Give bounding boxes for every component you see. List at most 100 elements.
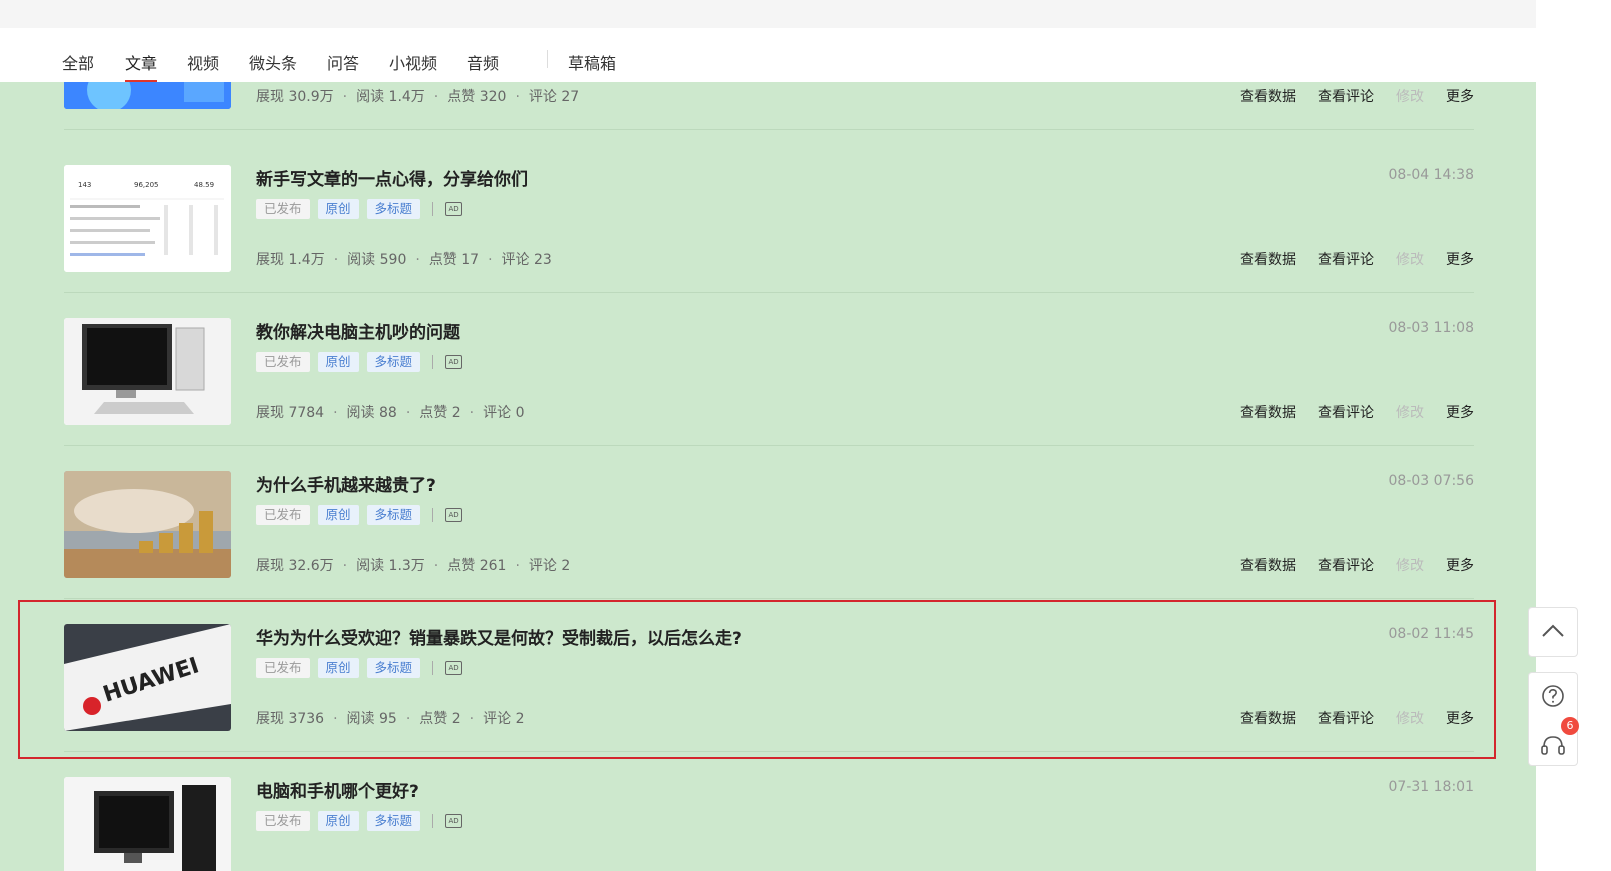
original-badge: 原创 bbox=[317, 811, 359, 831]
original-badge: 原创 bbox=[317, 199, 359, 219]
thumb-stat: 143 bbox=[78, 181, 91, 189]
article-thumbnail[interactable] bbox=[64, 82, 231, 109]
multi-title-badge: 多标题 bbox=[366, 658, 421, 678]
original-badge: 原创 bbox=[317, 505, 359, 525]
article-row: 电脑和手机哪个更好? 已发布 原创 多标题 AD 07-31 18:01 bbox=[64, 747, 1474, 871]
more-button[interactable]: 更多 bbox=[1446, 252, 1474, 268]
chevron-up-icon bbox=[1542, 624, 1564, 637]
view-comments-button[interactable]: 查看评论 bbox=[1318, 252, 1374, 268]
view-data-button[interactable]: 查看数据 bbox=[1240, 252, 1296, 268]
tag-divider bbox=[432, 202, 434, 216]
publish-date: 08-03 07:56 bbox=[1388, 473, 1474, 489]
article-thumbnail[interactable]: HUAWEI bbox=[64, 624, 231, 731]
view-comments-button[interactable]: 查看评论 bbox=[1318, 558, 1374, 574]
article-thumbnail[interactable] bbox=[64, 471, 231, 578]
view-data-button[interactable]: 查看数据 bbox=[1240, 405, 1296, 421]
tag-divider bbox=[432, 814, 434, 828]
view-data-button[interactable]: 查看数据 bbox=[1240, 89, 1296, 105]
article-tags: 已发布 原创 多标题 AD bbox=[256, 505, 463, 525]
article-stats: 展现 30.9万 · 阅读 1.4万 · 点赞 320 · 评论 27 bbox=[256, 89, 580, 105]
tab-short-videos[interactable]: 小视频 bbox=[389, 50, 437, 74]
edit-button: 修改 bbox=[1396, 558, 1424, 574]
article-title[interactable]: 新手写文章的一点心得，分享给你们 bbox=[256, 165, 528, 190]
tab-qa[interactable]: 问答 bbox=[327, 50, 359, 74]
article-row: 143 96,205 48.59 新手写文章的一点心得，分享给你们 已发布 原创… bbox=[64, 135, 1474, 293]
ad-icon: AD bbox=[445, 202, 463, 216]
publish-date: 08-03 11:08 bbox=[1388, 320, 1474, 336]
article-thumbnail[interactable]: 143 96,205 48.59 bbox=[64, 165, 231, 272]
article-title[interactable]: 教你解决电脑主机吵的问题 bbox=[256, 318, 460, 343]
back-to-top-button[interactable] bbox=[1528, 607, 1578, 657]
tab-drafts[interactable]: 草稿箱 bbox=[568, 50, 616, 74]
tab-videos[interactable]: 视频 bbox=[187, 50, 219, 74]
article-title[interactable]: 为什么手机越来越贵了? bbox=[256, 471, 436, 496]
tab-micro-posts[interactable]: 微头条 bbox=[249, 50, 297, 74]
top-strip bbox=[0, 0, 1536, 28]
article-stats: 展现 32.6万 · 阅读 1.3万 · 点赞 261 · 评论 2 bbox=[256, 558, 571, 574]
article-thumbnail[interactable] bbox=[64, 777, 231, 871]
tab-all[interactable]: 全部 bbox=[62, 50, 94, 74]
status-badge: 已发布 bbox=[256, 199, 310, 219]
status-badge: 已发布 bbox=[256, 658, 310, 678]
tag-divider bbox=[432, 661, 434, 675]
tag-divider bbox=[432, 355, 434, 369]
multi-title-badge: 多标题 bbox=[366, 505, 421, 525]
article-tags: 已发布 原创 多标题 AD bbox=[256, 199, 463, 219]
publish-date: 08-02 11:45 bbox=[1388, 626, 1474, 642]
article-title[interactable]: 电脑和手机哪个更好? bbox=[256, 777, 419, 802]
edit-button: 修改 bbox=[1396, 405, 1424, 421]
article-actions: 查看数据 查看评论 修改 更多 bbox=[1218, 708, 1474, 728]
article-stats: 展现 1.4万 · 阅读 590 · 点赞 17 · 评论 23 bbox=[256, 252, 552, 268]
ad-icon: AD bbox=[445, 355, 463, 369]
notification-badge: 6 bbox=[1561, 717, 1579, 735]
article-actions: 查看数据 查看评论 修改 更多 bbox=[1218, 402, 1474, 422]
publish-date: 08-04 14:38 bbox=[1388, 167, 1474, 183]
multi-title-badge: 多标题 bbox=[366, 199, 421, 219]
status-badge: 已发布 bbox=[256, 811, 310, 831]
article-title[interactable]: 华为为什么受欢迎？销量暴跌又是何故？受制裁后，以后怎么走? bbox=[256, 624, 742, 649]
more-button[interactable]: 更多 bbox=[1446, 558, 1474, 574]
view-comments-button[interactable]: 查看评论 bbox=[1318, 405, 1374, 421]
ad-icon: AD bbox=[445, 508, 463, 522]
tab-articles[interactable]: 文章 bbox=[125, 50, 158, 82]
tag-divider bbox=[432, 508, 434, 522]
thumb-stat: 96,205 bbox=[134, 181, 159, 189]
multi-title-badge: 多标题 bbox=[366, 811, 421, 831]
tab-divider bbox=[547, 50, 548, 68]
article-stats: 展现 3736 · 阅读 95 · 点赞 2 · 评论 2 bbox=[256, 711, 525, 727]
more-button[interactable]: 更多 bbox=[1446, 405, 1474, 421]
view-comments-button[interactable]: 查看评论 bbox=[1318, 711, 1374, 727]
publish-date: 07-31 18:01 bbox=[1388, 779, 1474, 795]
multi-title-badge: 多标题 bbox=[366, 352, 421, 372]
thumb-stat: 48.59 bbox=[194, 181, 214, 189]
ad-icon: AD bbox=[445, 661, 463, 675]
tab-audio[interactable]: 音频 bbox=[467, 50, 499, 74]
ad-icon: AD bbox=[445, 814, 463, 828]
article-tags: 已发布 原创 多标题 AD bbox=[256, 352, 463, 372]
article-row: HUAWEI 华为为什么受欢迎？销量暴跌又是何故？受制裁后，以后怎么走? 已发布… bbox=[64, 594, 1474, 752]
status-badge: 已发布 bbox=[256, 352, 310, 372]
article-row: 展现 30.9万 · 阅读 1.4万 · 点赞 320 · 评论 27 查看数据 查看评论 修改… bbox=[64, 82, 1474, 130]
original-badge: 原创 bbox=[317, 352, 359, 372]
article-row: 教你解决电脑主机吵的问题 已发布 原创 多标题 AD 08-03 11:08 展… bbox=[64, 288, 1474, 446]
article-actions: 查看数据 查看评论 修改 更多 bbox=[1218, 555, 1474, 575]
article-tags: 已发布 原创 多标题 AD bbox=[256, 658, 463, 678]
article-list: 展现 30.9万 · 阅读 1.4万 · 点赞 320 · 评论 27 查看数据 查看评论 修改… bbox=[0, 82, 1536, 871]
original-badge: 原创 bbox=[317, 658, 359, 678]
article-actions: 查看数据 查看评论 修改 更多 bbox=[1218, 249, 1474, 269]
article-tags: 已发布 原创 多标题 AD bbox=[256, 811, 463, 831]
article-thumbnail[interactable] bbox=[64, 318, 231, 425]
edit-button: 修改 bbox=[1396, 711, 1424, 727]
view-data-button[interactable]: 查看数据 bbox=[1240, 558, 1296, 574]
article-actions: 查看数据 查看评论 修改 更多 bbox=[1218, 86, 1474, 106]
more-button[interactable]: 更多 bbox=[1446, 89, 1474, 105]
article-row: 为什么手机越来越贵了? 已发布 原创 多标题 AD 08-03 07:56 展现… bbox=[64, 441, 1474, 599]
help-icon[interactable] bbox=[1529, 673, 1577, 719]
view-data-button[interactable]: 查看数据 bbox=[1240, 711, 1296, 727]
status-badge: 已发布 bbox=[256, 505, 310, 525]
edit-button: 修改 bbox=[1396, 252, 1424, 268]
article-stats: 展现 7784 · 阅读 88 · 点赞 2 · 评论 0 bbox=[256, 405, 525, 421]
more-button[interactable]: 更多 bbox=[1446, 711, 1474, 727]
help-panel: 6 bbox=[1528, 672, 1579, 766]
view-comments-button[interactable]: 查看评论 bbox=[1318, 89, 1374, 105]
